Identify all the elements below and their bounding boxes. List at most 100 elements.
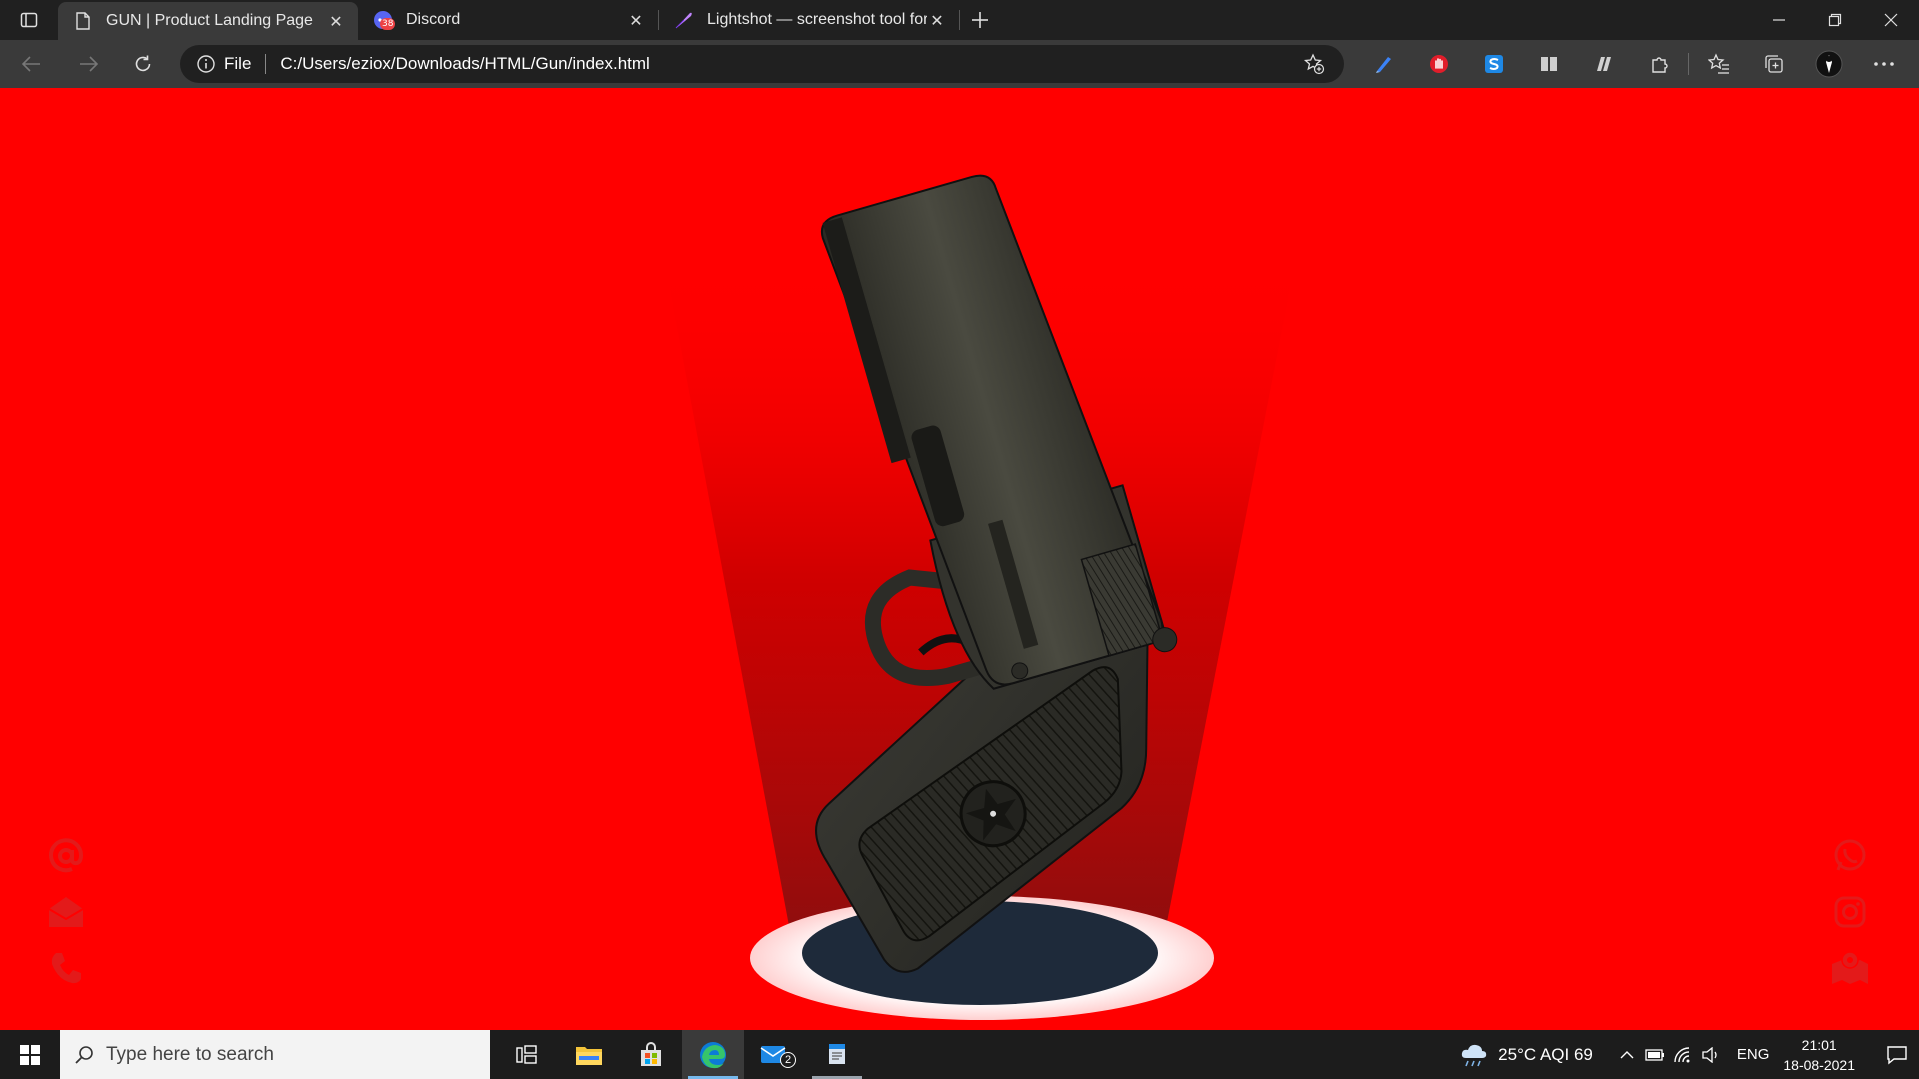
tab-lightshot[interactable]: Lightshot — screenshot tool for Mac & Wi… bbox=[659, 0, 959, 40]
arrow-right-icon bbox=[80, 56, 99, 72]
pen-icon bbox=[1375, 57, 1391, 73]
system-tray: 25°C AQI 69 ENG 21:01 18-08-2021 bbox=[1460, 1030, 1919, 1079]
close-icon[interactable]: ✕ bbox=[326, 11, 346, 31]
restore-icon bbox=[1828, 13, 1842, 27]
site-info-label: File bbox=[224, 54, 252, 73]
instagram-icon[interactable] bbox=[1830, 890, 1870, 934]
forward-button[interactable] bbox=[62, 40, 116, 88]
edge-taskbar-button[interactable] bbox=[682, 1030, 744, 1079]
clock[interactable]: 21:01 18-08-2021 bbox=[1783, 1035, 1855, 1075]
chat-bubble-icon bbox=[1887, 1045, 1907, 1064]
tab-discord[interactable]: 38 Discord ✕ bbox=[358, 0, 658, 40]
document-app-icon bbox=[829, 1043, 845, 1064]
plus-icon bbox=[972, 12, 988, 28]
arrow-left-icon bbox=[21, 56, 40, 72]
minimize-icon bbox=[1773, 19, 1785, 21]
landing-page bbox=[0, 88, 1919, 1030]
tab-title: Discord bbox=[406, 11, 461, 28]
search-input[interactable]: Type here to search bbox=[106, 1044, 274, 1066]
wifi-icon[interactable] bbox=[1669, 1046, 1697, 1064]
puzzle-icon bbox=[1651, 57, 1668, 73]
favorites-list-icon bbox=[1707, 53, 1729, 74]
refresh-button[interactable] bbox=[116, 40, 170, 88]
tab-title: GUN | Product Landing Page bbox=[106, 12, 313, 29]
settings-more-button[interactable] bbox=[1856, 40, 1911, 88]
extension-red-button[interactable] bbox=[1411, 40, 1466, 88]
pinned-app-button[interactable] bbox=[806, 1030, 868, 1079]
tab-title: Lightshot — screenshot tool for Mac & Wi… bbox=[707, 11, 927, 28]
page-icon bbox=[72, 10, 94, 32]
envelope-icon[interactable] bbox=[46, 890, 86, 934]
taskbar-search[interactable]: Type here to search bbox=[60, 1030, 490, 1079]
collections-button[interactable] bbox=[1746, 40, 1801, 88]
extensions-area bbox=[1356, 40, 1911, 88]
new-tab-button[interactable] bbox=[960, 0, 1000, 40]
extensions-button[interactable] bbox=[1631, 40, 1686, 88]
toolbar-separator bbox=[1688, 53, 1689, 75]
chevron-up-icon bbox=[1620, 1050, 1634, 1058]
add-favorite-button[interactable] bbox=[1300, 53, 1328, 75]
notifications-button[interactable] bbox=[1875, 1045, 1919, 1065]
store-bag-icon bbox=[641, 1041, 661, 1066]
s-logo-icon bbox=[1484, 55, 1503, 73]
task-view-icon bbox=[516, 1044, 537, 1064]
close-window-button[interactable] bbox=[1863, 0, 1919, 40]
screen: GUN | Product Landing Page ✕ 38 Discord … bbox=[0, 0, 1919, 1079]
back-button[interactable] bbox=[0, 40, 62, 88]
address-bar[interactable]: File C:/Users/eziox/Downloads/HTML/Gun/i… bbox=[180, 45, 1344, 83]
rain-cloud-icon bbox=[1462, 1044, 1487, 1066]
lightshot-feather-icon bbox=[673, 9, 695, 31]
search-icon bbox=[75, 1045, 93, 1064]
task-view-button[interactable] bbox=[496, 1030, 558, 1079]
extension-s-button[interactable] bbox=[1466, 40, 1521, 88]
tab-actions-button[interactable] bbox=[0, 0, 58, 40]
phone-icon[interactable] bbox=[46, 946, 86, 990]
site-info-button[interactable]: File bbox=[196, 54, 251, 74]
favorites-button[interactable] bbox=[1691, 40, 1746, 88]
tab-actions-icon bbox=[20, 12, 38, 28]
info-icon bbox=[197, 55, 215, 73]
tab-gun-landing[interactable]: GUN | Product Landing Page ✕ bbox=[58, 2, 358, 40]
volume-icon[interactable] bbox=[1697, 1046, 1725, 1063]
mail-badge: 2 bbox=[780, 1052, 796, 1068]
browser-toolbar: File C:/Users/eziox/Downloads/HTML/Gun/i… bbox=[0, 40, 1919, 88]
close-icon[interactable]: ✕ bbox=[927, 10, 947, 30]
windows-logo-icon bbox=[20, 1044, 40, 1065]
edge-logo-icon bbox=[700, 1041, 726, 1068]
close-icon bbox=[1884, 13, 1898, 27]
battery-icon[interactable] bbox=[1641, 1048, 1669, 1061]
pages-icon bbox=[1596, 57, 1611, 71]
weather-text: 25°C AQI 69 bbox=[1498, 1044, 1593, 1064]
language-indicator[interactable]: ENG bbox=[1737, 1046, 1770, 1063]
discord-badge: 38 bbox=[380, 18, 396, 30]
extension-book-button[interactable] bbox=[1521, 40, 1576, 88]
minimize-button[interactable] bbox=[1751, 0, 1807, 40]
weather-widget[interactable]: 25°C AQI 69 bbox=[1460, 1042, 1593, 1068]
tab-bar: GUN | Product Landing Page ✕ 38 Discord … bbox=[0, 0, 1919, 40]
clock-date: 18-08-2021 bbox=[1783, 1056, 1855, 1073]
close-icon[interactable]: ✕ bbox=[626, 10, 646, 30]
start-button[interactable] bbox=[0, 1030, 60, 1079]
windows-taskbar: Type here to search 2 25°C AQI 69 ENG 21… bbox=[0, 1030, 1919, 1079]
star-add-icon bbox=[1303, 53, 1325, 75]
extension-reader-button[interactable] bbox=[1576, 40, 1631, 88]
contact-icons bbox=[46, 834, 86, 990]
file-explorer-button[interactable] bbox=[558, 1030, 620, 1079]
map-location-icon[interactable] bbox=[1830, 946, 1870, 990]
social-icons bbox=[1830, 834, 1870, 990]
microsoft-store-button[interactable] bbox=[620, 1030, 682, 1079]
show-hidden-icons-button[interactable] bbox=[1613, 1050, 1641, 1060]
spotlight-scene bbox=[665, 174, 1295, 1020]
refresh-icon bbox=[135, 55, 151, 72]
mail-button[interactable]: 2 bbox=[744, 1030, 806, 1079]
at-sign-icon[interactable] bbox=[46, 834, 86, 878]
whatsapp-icon[interactable] bbox=[1830, 834, 1870, 878]
profile-button[interactable] bbox=[1801, 40, 1856, 88]
adblock-hand-icon bbox=[1429, 55, 1448, 73]
url-text[interactable]: C:/Users/eziox/Downloads/HTML/Gun/index.… bbox=[280, 54, 1300, 74]
clock-time: 21:01 bbox=[1801, 1036, 1837, 1053]
address-divider bbox=[265, 54, 267, 74]
avatar bbox=[1815, 50, 1842, 78]
extension-pen-button[interactable] bbox=[1356, 40, 1411, 88]
restore-button[interactable] bbox=[1807, 0, 1863, 40]
